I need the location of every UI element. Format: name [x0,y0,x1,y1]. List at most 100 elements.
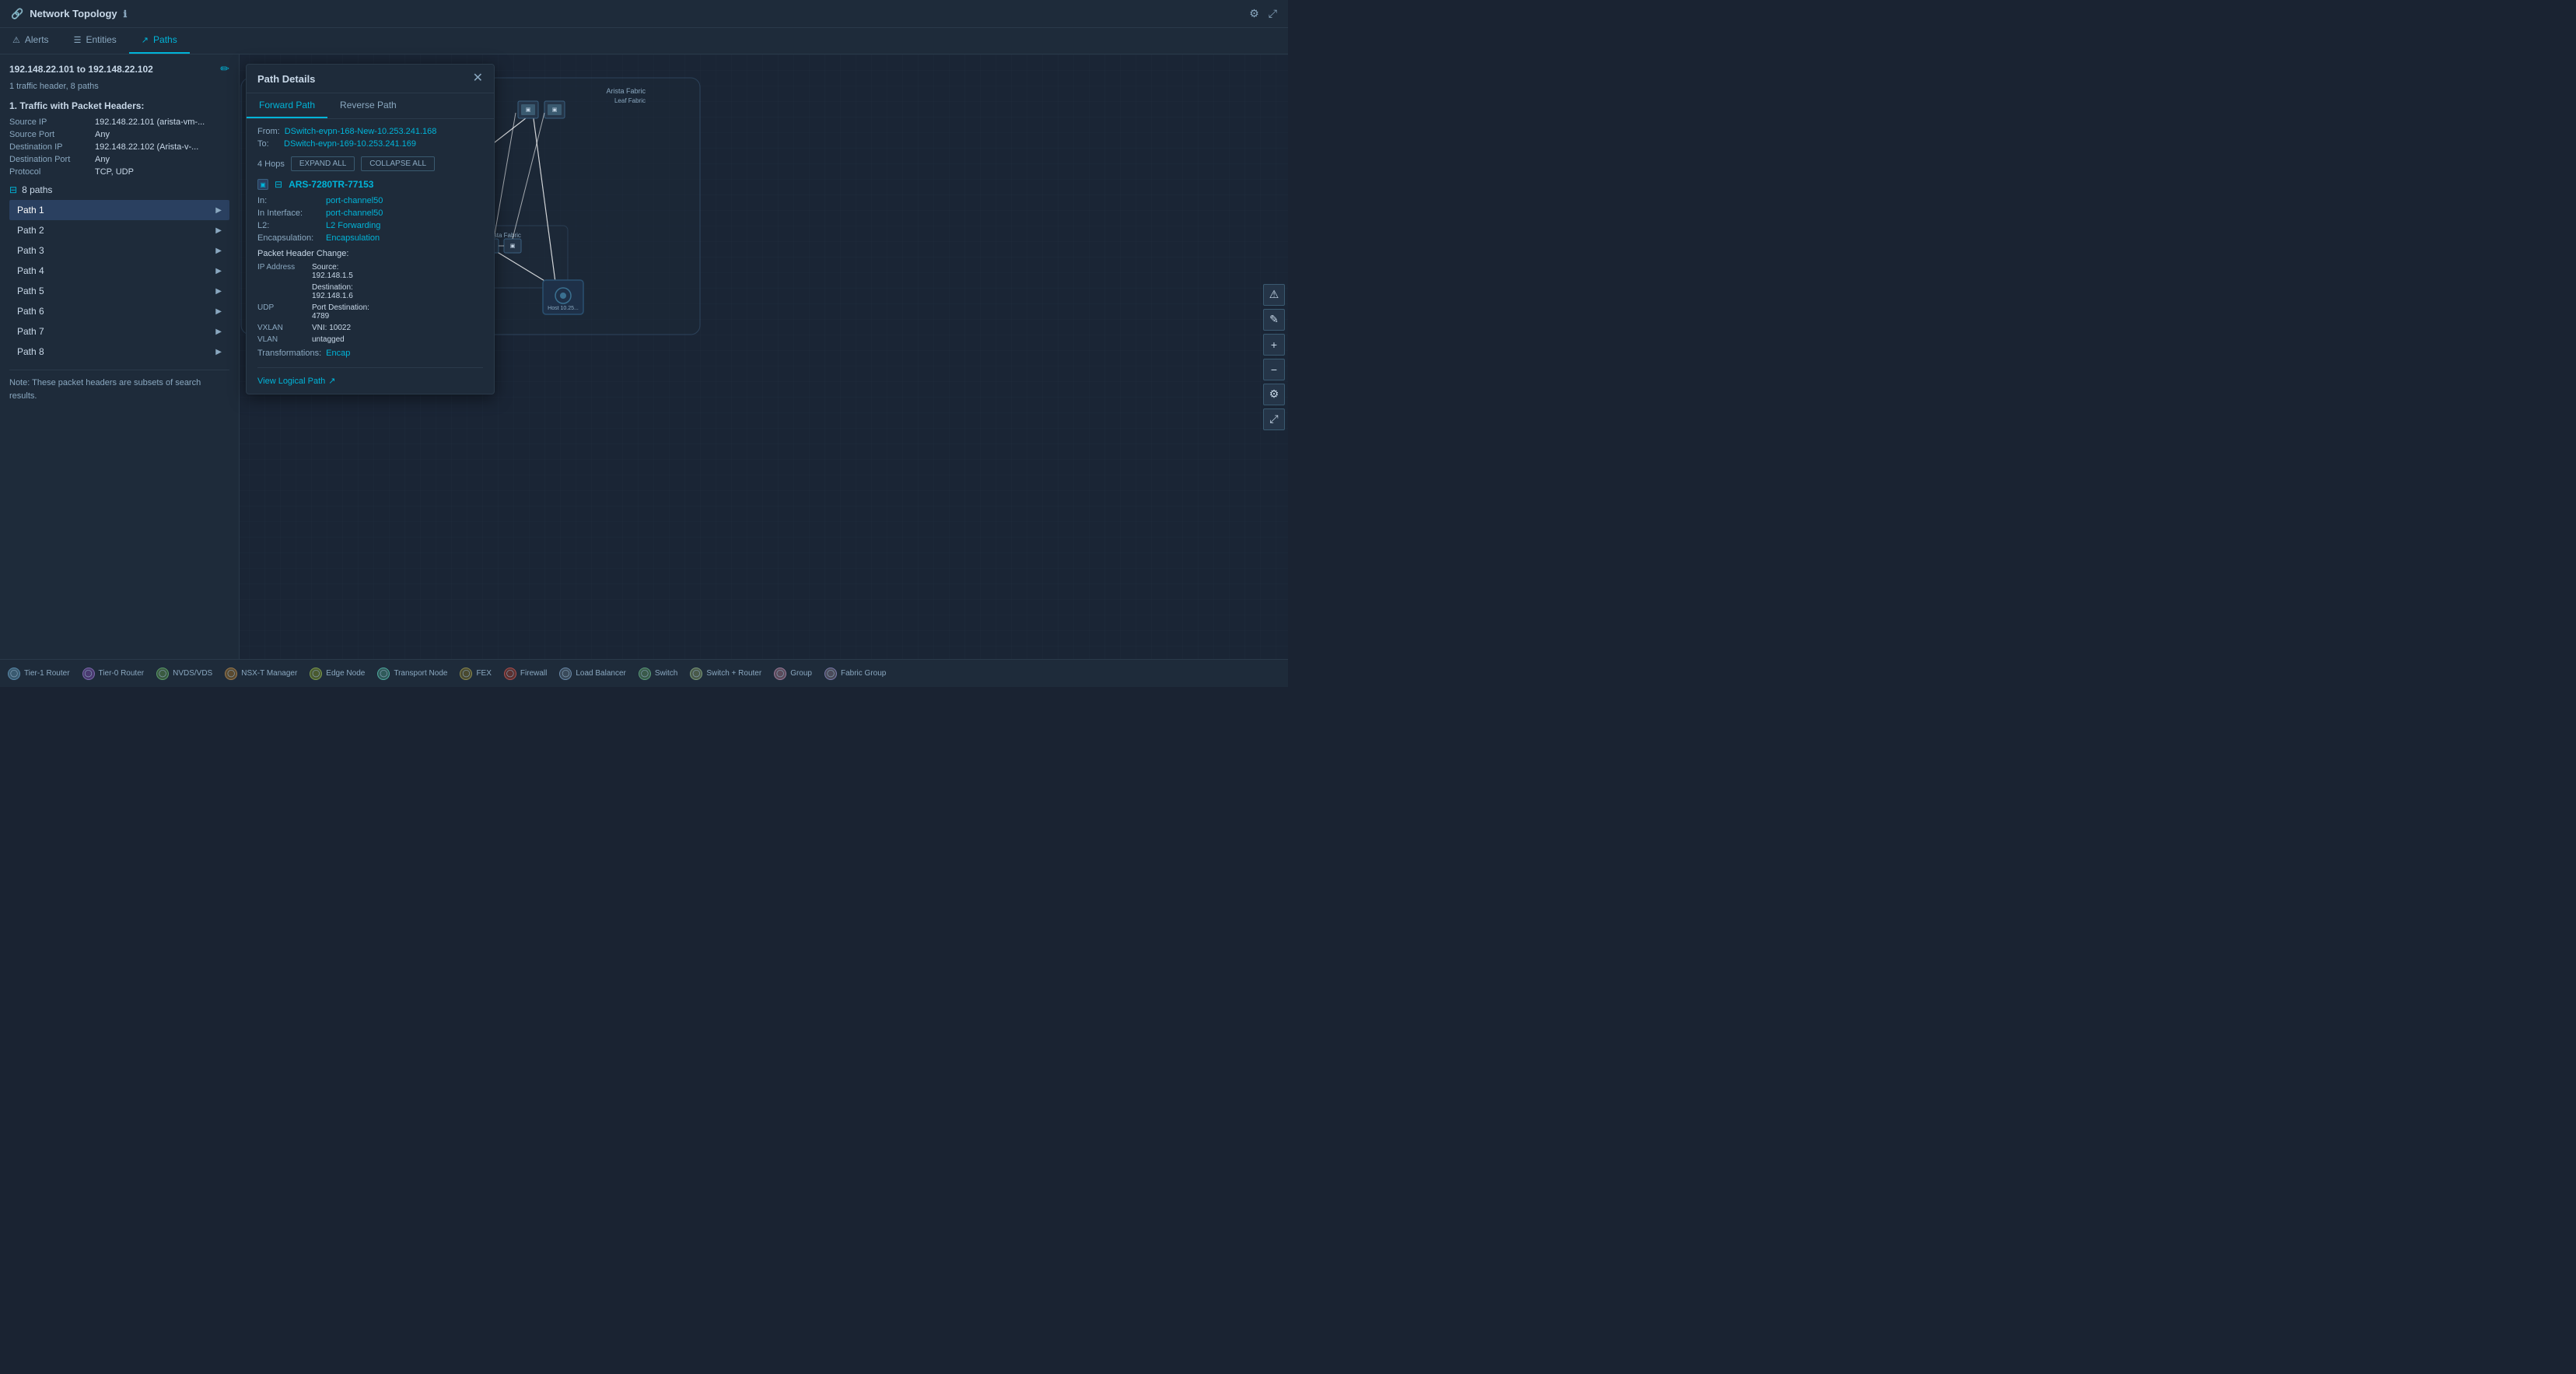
legend-fabric-group[interactable]: ◯ Fabric Group [824,668,886,680]
expand-header-icon[interactable]: ⤢ [1269,7,1277,20]
path-arrow-6: ▶ [215,307,222,316]
path-item-7[interactable]: Path 7 ▶ [9,321,229,342]
alert-zoom-icon[interactable]: ⚠ [1263,284,1285,306]
path-arrow-5: ▶ [215,287,222,296]
svg-text:Arista Fabric: Arista Fabric [606,87,646,95]
path-arrow-1: ▶ [215,206,222,215]
path-details-modal: Path Details ✕ Forward Path Reverse Path… [246,64,495,394]
paths-count-label: 8 paths [22,184,52,195]
alerts-tab-icon: ⚠ [12,35,20,45]
ip-range: 192.148.22.101 to 192.148.22.102 [9,64,153,75]
protocol-row: Protocol TCP, UDP [9,167,229,177]
in-interface-label: In Interface: [257,209,320,218]
app-header: 🔗 Network Topology ℹ ⚙ ⤢ [0,0,1288,28]
dest-ip-value: 192.148.22.102 (Arista-v-... [95,142,229,152]
svg-text:Host 10.25...: Host 10.25... [548,306,579,311]
info-icon[interactable]: ℹ [124,9,128,19]
legend-switch[interactable]: ◯ Switch [639,668,677,680]
panel-subtitle: 1 traffic header, 8 paths [9,82,229,91]
legend-tier0-router[interactable]: ◯ Tier-0 Router [82,668,145,680]
packet-header-title: Packet Header Change: [257,249,483,258]
path-item-5[interactable]: Path 5 ▶ [9,281,229,301]
dest-ip-row: Destination IP 192.148.22.102 (Arista-v-… [9,142,229,152]
source-ip-value: 192.148.22.101 (arista-vm-... [95,117,229,127]
path-item-6[interactable]: Path 6 ▶ [9,301,229,321]
path-arrow-4: ▶ [215,267,222,275]
tab-entities[interactable]: ☰ Entities [61,27,129,54]
ph-udp-label: UDP [257,303,312,321]
path-item-8[interactable]: Path 8 ▶ [9,342,229,362]
path-arrow-3: ▶ [215,247,222,255]
source-port-value: Any [95,130,229,139]
edit-icon[interactable]: ✏ [220,62,229,75]
legend-lb[interactable]: ◯ Load Balancer [559,668,626,680]
trans-label: Transformations: [257,349,321,358]
dest-port-label: Destination Port [9,155,95,164]
legend-firewall[interactable]: ◯ Firewall [504,668,547,680]
path-item-1[interactable]: Path 1 ▶ [9,200,229,220]
legend-nvds[interactable]: ◯ NVDS/VDS [156,668,212,680]
legend-switch-router[interactable]: ◯ Switch + Router [690,668,761,680]
dest-port-row: Destination Port Any [9,155,229,164]
dest-port-value: Any [95,155,229,164]
left-panel: 192.148.22.101 to 192.148.22.102 ✏ 1 tra… [0,54,240,659]
svg-text:▣: ▣ [552,107,558,113]
from-row: From: DSwitch-evpn-168-New-10.253.241.16… [257,127,483,136]
tabs-bar: ⚠ Alerts ☰ Entities ↗ Paths [0,28,1288,54]
paths-collapse-icon: ⊟ [9,184,17,195]
fex-icon: ◯ [460,668,472,680]
ph-udp-row: UDP Port Destination: 4789 [257,303,483,321]
legend-fex[interactable]: ◯ FEX [460,668,491,680]
zoom-controls: ⚠ ✎ + − ⚙ ⤢ [1263,284,1285,430]
zoom-expand-icon[interactable]: ⤢ [1263,408,1285,430]
ph-udp-value: Port Destination: 4789 [312,303,374,321]
zoom-settings-icon[interactable]: ⚙ [1263,384,1285,405]
hops-row: 4 Hops EXPAND ALL COLLAPSE ALL [257,156,483,171]
tab-forward-path[interactable]: Forward Path [247,93,327,118]
path-item-2[interactable]: Path 2 ▶ [9,220,229,240]
device-row: ▣ ⊟ ARS-7280TR-77153 [257,179,483,190]
tab-paths[interactable]: ↗ Paths [129,27,190,54]
close-button[interactable]: ✕ [473,72,483,85]
ph-ip-source: Source: 192.148.1.5 [312,263,374,280]
detail-table: In: port-channel50 In Interface: port-ch… [257,196,483,243]
zoom-in-button[interactable]: + [1263,334,1285,356]
legend-nsx[interactable]: ◯ NSX-T Manager [225,668,297,680]
path-arrow-2: ▶ [215,226,222,235]
detail-in: In: port-channel50 [257,196,483,205]
nvds-icon: ◯ [156,668,169,680]
detail-in-interface: In Interface: port-channel50 [257,209,483,218]
ph-table: IP Address Source: 192.148.1.5 Destinati… [257,263,483,344]
ph-ip-row: IP Address Source: 192.148.1.5 [257,263,483,280]
nsx-icon: ◯ [225,668,237,680]
legend-edge[interactable]: ◯ Edge Node [310,668,365,680]
paths-collapse-row[interactable]: ⊟ 8 paths [9,184,229,195]
switch-icon: ◯ [639,668,651,680]
group-icon: ◯ [774,668,786,680]
path-arrow-7: ▶ [215,328,222,336]
from-value: DSwitch-evpn-168-New-10.253.241.168 [285,127,437,136]
edge-icon: ◯ [310,668,322,680]
tier1-icon: ◯ [8,668,20,680]
ph-ip-label: IP Address [257,263,312,280]
zoom-out-button[interactable]: − [1263,359,1285,380]
tab-alerts[interactable]: ⚠ Alerts [0,27,61,54]
packet-header-section: Packet Header Change: IP Address Source:… [257,249,483,358]
trans-value: Encap [326,349,350,358]
path-item-3[interactable]: Path 3 ▶ [9,240,229,261]
collapse-all-button[interactable]: COLLAPSE ALL [361,156,435,171]
legend-tier1-router[interactable]: ◯ Tier-1 Router [8,668,70,680]
legend-group[interactable]: ◯ Group [774,668,812,680]
encap-label: Encapsulation: [257,233,320,243]
settings-header-icon[interactable]: ⚙ [1249,7,1259,20]
modal-title: Path Details [257,73,315,85]
path-item-4[interactable]: Path 4 ▶ [9,261,229,281]
edit-zoom-icon[interactable]: ✎ [1263,309,1285,331]
expand-all-button[interactable]: EXPAND ALL [291,156,355,171]
svg-text:▣: ▣ [510,244,516,249]
collapse-device-icon[interactable]: ⊟ [275,179,282,190]
view-logical-path-link[interactable]: View Logical Path ↗ [257,367,483,386]
tab-reverse-path[interactable]: Reverse Path [327,93,409,118]
ph-vxlan-row: VXLAN VNI: 10022 [257,324,483,332]
legend-transport[interactable]: ◯ Transport Node [377,668,447,680]
